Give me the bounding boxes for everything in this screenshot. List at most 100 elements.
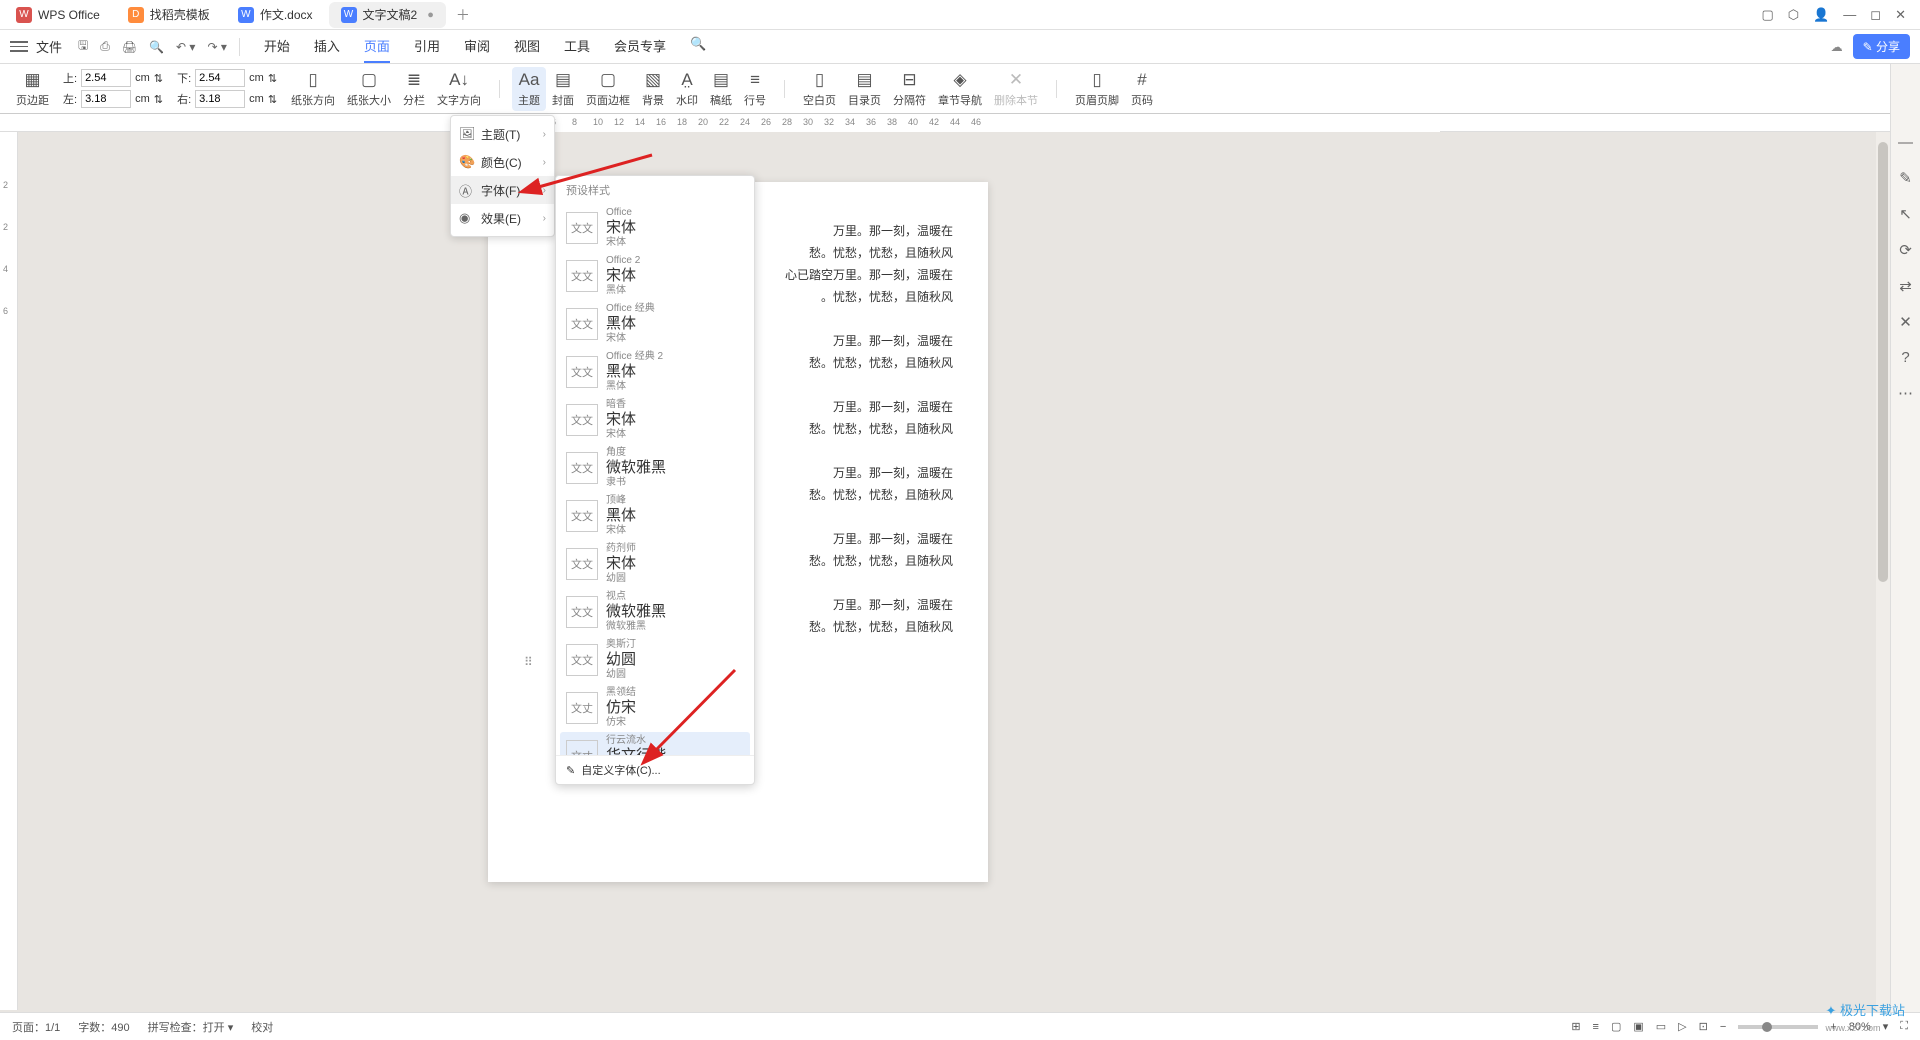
- share-button[interactable]: ✎ 分享: [1853, 34, 1910, 59]
- maximize-icon[interactable]: ◻: [1870, 7, 1881, 23]
- deletesection-button[interactable]: ✕删除本节: [988, 67, 1044, 111]
- manuscript-button[interactable]: ▤稿纸: [704, 67, 738, 111]
- font-preset-item[interactable]: 文文药剂师宋体幼圆: [560, 540, 750, 588]
- tocpage-button[interactable]: ▤目录页: [842, 67, 887, 111]
- scrollbar-thumb[interactable]: [1878, 142, 1888, 582]
- stepper-icon[interactable]: ⇅: [154, 93, 163, 106]
- papersize-button[interactable]: ▢纸张大小: [341, 67, 397, 111]
- border-button[interactable]: ▢页面边框: [580, 67, 636, 111]
- save-icon[interactable]: 🖫: [78, 36, 88, 57]
- tab-view[interactable]: 视图: [514, 30, 540, 63]
- margin-right-input[interactable]: [195, 90, 245, 108]
- status-words[interactable]: 字数：490: [78, 1019, 129, 1035]
- theme-button[interactable]: Aa主题: [512, 67, 546, 111]
- tab-doc2[interactable]: W文字文稿2●: [329, 2, 446, 28]
- zoom-out-button[interactable]: −: [1720, 1021, 1726, 1033]
- blankpage-button[interactable]: ▯空白页: [797, 67, 842, 111]
- pagenumber-button[interactable]: #页码: [1125, 67, 1159, 111]
- transfer-icon[interactable]: ⇄: [1899, 277, 1912, 295]
- font-preset-item[interactable]: 文文Office 经典黑体宋体: [560, 300, 750, 348]
- status-proof[interactable]: 校对: [251, 1019, 273, 1035]
- font-preset-item[interactable]: 文文Office宋体宋体: [560, 204, 750, 252]
- tab-templates[interactable]: D找稻壳模板: [116, 2, 222, 28]
- tab-home[interactable]: WWPS Office: [4, 2, 112, 28]
- columns-button[interactable]: ≣分栏: [397, 67, 431, 111]
- status-spell[interactable]: 拼写检查：打开 ▾: [148, 1019, 234, 1035]
- headerfooter-button[interactable]: ▯页眉页脚: [1069, 67, 1125, 111]
- ribbon-label: 文字方向: [437, 92, 481, 108]
- linenumber-button[interactable]: ≡行号: [738, 67, 772, 111]
- tab-start[interactable]: 开始: [264, 30, 290, 63]
- view-icon[interactable]: ▢: [1611, 1020, 1621, 1033]
- close-window-icon[interactable]: ✕: [1895, 7, 1906, 23]
- status-bar: 页面：1/1 字数：490 拼写检查：打开 ▾ 校对 ⊞ ≡ ▢ ▣ ▭ ▷ ⊡…: [0, 1012, 1920, 1040]
- minimize-icon[interactable]: —: [1843, 7, 1856, 22]
- doc-text: 愁。忧愁，忧愁，且随秋风: [809, 552, 953, 569]
- tab-tools[interactable]: 工具: [564, 30, 590, 63]
- restore-icon[interactable]: ▢: [1761, 7, 1773, 23]
- margin-bottom-label: 下:: [177, 70, 191, 86]
- background-button[interactable]: ▧背景: [636, 67, 670, 111]
- tab-label: 文字文稿2: [363, 6, 418, 23]
- margin-bottom-input[interactable]: [195, 69, 245, 87]
- watermark-button[interactable]: A̤水印: [670, 67, 704, 111]
- view-icon[interactable]: ▣: [1633, 1020, 1643, 1033]
- font-preset-item[interactable]: 文文顶峰黑体宋体: [560, 492, 750, 540]
- font-preset-item[interactable]: 文文Office 2宋体黑体: [560, 252, 750, 300]
- textdir-button[interactable]: A↓文字方向: [431, 67, 487, 111]
- pen-icon[interactable]: ✎: [1899, 169, 1912, 187]
- tab-doc1[interactable]: W作文.docx: [226, 2, 325, 28]
- vertical-scrollbar[interactable]: [1876, 132, 1890, 1012]
- drag-handle-icon[interactable]: ⠿: [524, 655, 533, 669]
- chapternav-button[interactable]: ◈章节导航: [932, 67, 988, 111]
- stepper-icon[interactable]: ⇅: [154, 72, 163, 85]
- refresh-icon[interactable]: ⟳: [1899, 241, 1912, 259]
- view-icon[interactable]: ▭: [1656, 1020, 1666, 1033]
- margin-left-input[interactable]: [81, 90, 131, 108]
- menu-icon[interactable]: [10, 38, 28, 56]
- new-tab-button[interactable]: ＋: [450, 2, 476, 28]
- margins-button[interactable]: ▦页边距: [10, 67, 55, 111]
- submenu-effect[interactable]: ◉效果(E)›: [451, 204, 554, 232]
- minus-icon[interactable]: —: [1898, 134, 1913, 151]
- undo-icon[interactable]: ↶ ▾: [176, 40, 195, 54]
- export-icon[interactable]: ⎙: [100, 39, 110, 54]
- view-icon[interactable]: ⊞: [1571, 1020, 1580, 1033]
- settings-icon[interactable]: ✕: [1899, 313, 1912, 331]
- file-menu[interactable]: 文件: [36, 37, 62, 56]
- tab-member[interactable]: 会员专享: [614, 30, 666, 63]
- view-icon[interactable]: ⊡: [1699, 1020, 1708, 1033]
- font-preview: 文文: [566, 644, 598, 676]
- tab-insert[interactable]: 插入: [314, 30, 340, 63]
- view-icon[interactable]: ▷: [1678, 1020, 1686, 1033]
- view-icon[interactable]: ≡: [1593, 1021, 1599, 1033]
- cover-button[interactable]: ▤封面: [546, 67, 580, 111]
- ribbon-label: 纸张大小: [347, 92, 391, 108]
- zoom-slider[interactable]: [1738, 1025, 1818, 1029]
- avatar-icon[interactable]: 👤: [1813, 7, 1829, 23]
- tab-reference[interactable]: 引用: [414, 30, 440, 63]
- cursor-icon[interactable]: ↖: [1899, 205, 1912, 223]
- cloud-icon[interactable]: ☁: [1831, 40, 1843, 54]
- orientation-icon: ▯: [308, 70, 317, 90]
- font-preset-item[interactable]: 文文角度微软雅黑隶书: [560, 444, 750, 492]
- redo-icon[interactable]: ↷ ▾: [207, 40, 226, 54]
- cube-icon[interactable]: ⬡: [1788, 7, 1799, 23]
- margin-top-input[interactable]: [81, 69, 131, 87]
- break-button[interactable]: ⊟分隔符: [887, 67, 932, 111]
- search-icon[interactable]: 🔍: [690, 30, 706, 63]
- more-icon[interactable]: ⋯: [1898, 384, 1913, 402]
- status-page[interactable]: 页面：1/1: [12, 1019, 60, 1035]
- help-icon[interactable]: ?: [1901, 349, 1909, 366]
- font-preset-item[interactable]: 文文暗香宋体宋体: [560, 396, 750, 444]
- tab-page[interactable]: 页面: [364, 30, 390, 63]
- tab-review[interactable]: 审阅: [464, 30, 490, 63]
- preview-icon[interactable]: 🔍: [149, 40, 164, 54]
- orientation-button[interactable]: ▯纸张方向: [285, 67, 341, 111]
- font-preset-item[interactable]: 文文视点微软雅黑微软雅黑: [560, 588, 750, 636]
- print-icon[interactable]: 🖨: [122, 40, 137, 54]
- submenu-theme[interactable]: 🖼主题(T)›: [451, 120, 554, 148]
- stepper-icon[interactable]: ⇅: [268, 72, 277, 85]
- font-preset-item[interactable]: 文文Office 经典 2黑体黑体: [560, 348, 750, 396]
- stepper-icon[interactable]: ⇅: [268, 93, 277, 106]
